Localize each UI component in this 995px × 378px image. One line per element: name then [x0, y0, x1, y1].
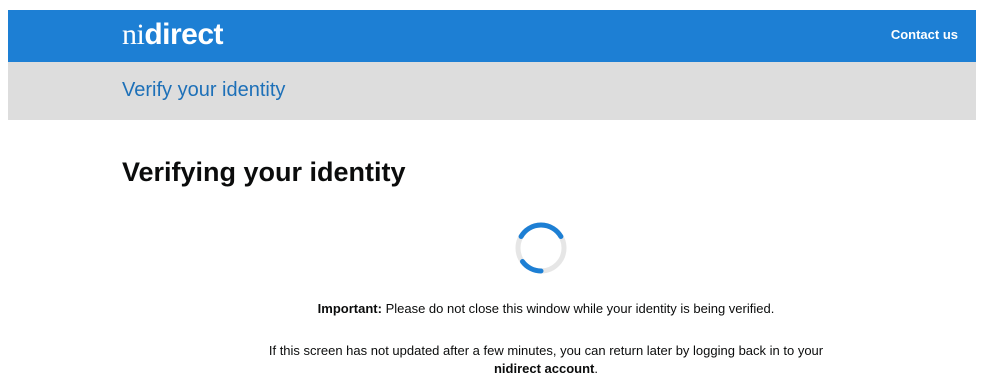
- info-message: If this screen has not updated after a f…: [250, 342, 842, 378]
- service-title: Verify your identity: [122, 79, 286, 101]
- info-end: .: [594, 361, 599, 376]
- info-text: If this screen has not updated after a f…: [268, 343, 824, 358]
- service-banner: Verify your identity: [8, 62, 976, 120]
- logo-prefix: ni: [122, 18, 145, 51]
- logo-bold: direct: [144, 18, 224, 51]
- loading-spinner-icon: [515, 222, 567, 274]
- nidirect-account-text: nidirect account: [493, 361, 595, 376]
- site-header: nidirect Contact us: [8, 10, 976, 62]
- important-message: Important: Please do not close this wind…: [0, 300, 995, 318]
- important-label: Important:: [317, 301, 382, 316]
- page-title: Verifying your identity: [122, 157, 406, 187]
- important-text: Please do not close this window while yo…: [381, 301, 775, 316]
- contact-us-link[interactable]: Contact us: [891, 27, 958, 42]
- nidirect-logo[interactable]: nidirect: [122, 18, 224, 51]
